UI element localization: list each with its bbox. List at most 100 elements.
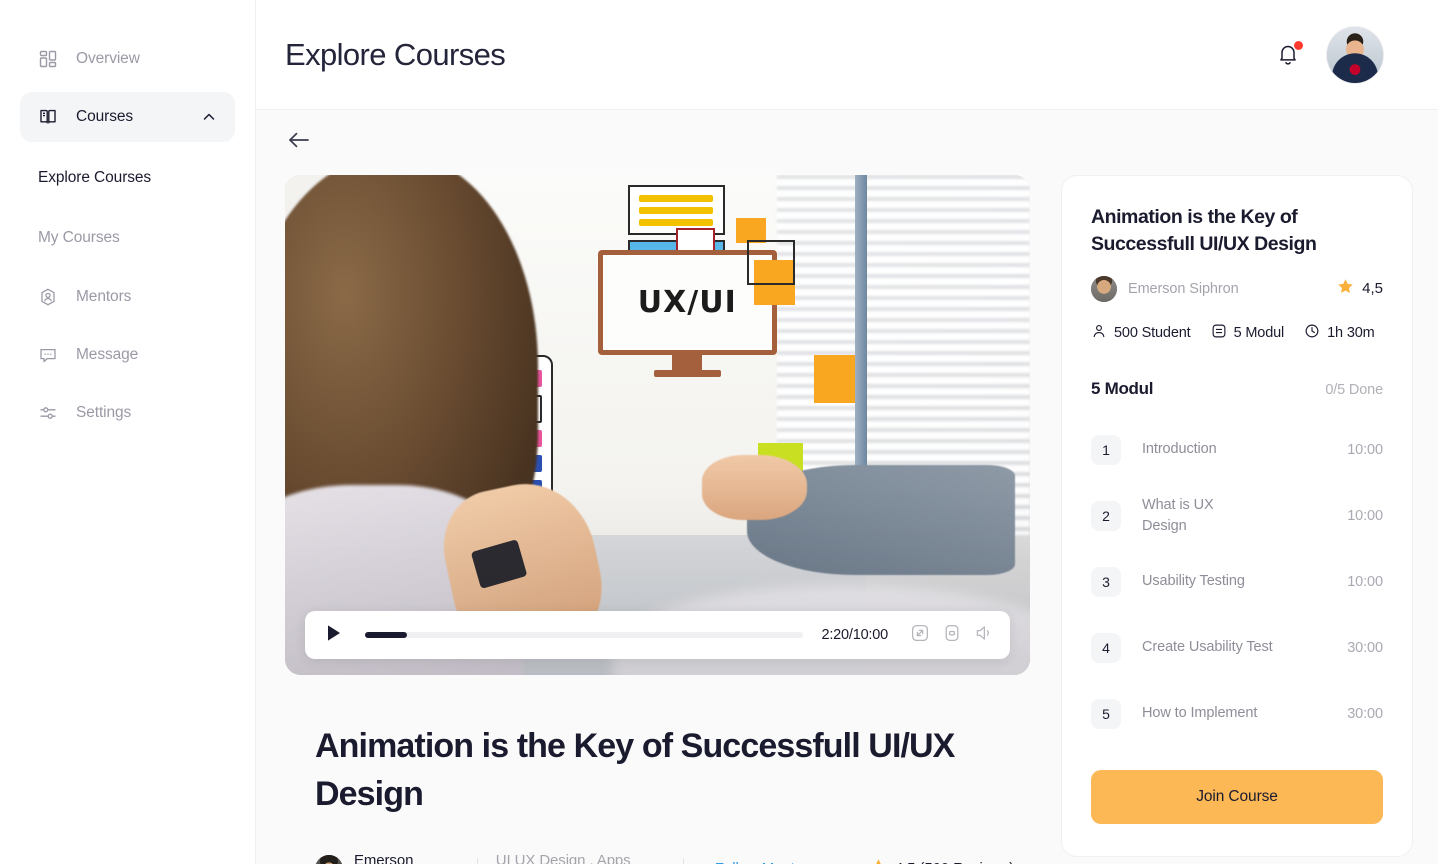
play-icon [326,624,342,647]
module-name: How to Implement [1142,705,1258,722]
arrow-left-icon [287,130,311,155]
sidebar-item-overview[interactable]: Overview [20,34,235,84]
clock-icon [1304,323,1320,343]
modules-count: 5 Modul [1091,378,1154,398]
sidebar-subitem-my-courses[interactable]: My Courses [0,212,255,264]
modules-progress: 0/5 Done [1325,381,1383,398]
course-main-column: UX/UI [285,175,1030,864]
card-rating: 4,5 [1337,278,1383,299]
course-rating: 4,5 (500 Reviews) [870,858,1014,864]
top-header: Explore Courses [256,0,1438,110]
star-icon [1337,278,1354,299]
user-icon [1091,323,1107,343]
sidebar-item-label: Settings [76,404,132,421]
sliders-icon [38,403,58,423]
content-area: UX/UI [256,110,1438,864]
breadcrumb [285,110,1383,175]
card-mentor-avatar-image [1091,275,1117,302]
chevron-up-icon[interactable] [201,109,217,125]
module-number: 5 [1091,698,1121,729]
picture-in-picture-icon [942,623,962,648]
course-heading-block: Animation is the Key of Successfull UI/U… [285,675,1030,864]
course-detail-card: Animation is the Key of Successfull UI/U… [1061,175,1413,857]
modules-icon [1211,323,1227,343]
fullscreen-button[interactable] [910,623,930,648]
module-duration: 10:00 [1347,507,1383,524]
stat-modules: 5 Modul [1211,323,1285,343]
module-duration: 30:00 [1347,639,1383,656]
sidebar-item-message[interactable]: Message [20,330,235,380]
module-row[interactable]: 5 How to Implement 30:00 [1091,681,1383,747]
video-thumbnail: UX/UI [285,175,1030,675]
sidebar-item-label: Overview [76,50,140,67]
picture-in-picture-button[interactable] [942,623,962,648]
course-rating-text: 4,5 (500 Reviews) [895,860,1014,864]
user-badge-icon [38,287,58,307]
module-duration: 10:00 [1347,573,1383,590]
course-meta-row: Emerson Siphron UI UX Design . Apps Desi… [315,852,1014,864]
fullscreen-icon [910,623,930,648]
course-title: Animation is the Key of Successfull UI/U… [315,727,955,814]
modules-list: 1 Introduction 10:00 2 What is UX Design… [1091,417,1383,747]
mentor-avatar [315,854,343,864]
stat-students: 500 Student [1091,323,1191,343]
modules-header: 5 Modul 0/5 Done [1091,379,1383,399]
sidebar: Overview Courses Explore Courses My Cour… [0,0,256,864]
follow-mentor-link[interactable]: + Follow Mentor [702,860,808,864]
back-button[interactable] [285,129,313,157]
book-icon [38,107,58,127]
notifications-button[interactable] [1276,40,1303,68]
notification-dot [1294,40,1303,50]
content-columns: UX/UI [285,175,1413,864]
module-row[interactable]: 1 Introduction 10:00 [1091,417,1383,483]
star-icon [870,858,887,864]
bell-icon [1276,45,1300,72]
mentor-avatar-image [315,854,343,864]
mentor-name: Emerson Siphron [354,851,414,864]
main-area: Explore Courses 2:20/10:00 Animation is … [256,0,1438,864]
module-number: 4 [1091,632,1121,663]
module-duration: 10:00 [1347,441,1383,458]
module-name: Create Usability Test [1142,639,1273,656]
play-button[interactable] [325,624,343,647]
divider [476,857,478,864]
video-player[interactable]: UX/UI [285,175,1030,675]
sidebar-subitem-label: Explore Courses [38,169,152,186]
sidebar-item-settings[interactable]: Settings [20,388,235,438]
join-course-button[interactable]: Join Course [1091,769,1383,824]
stat-label: 500 Student [1114,324,1191,341]
player-extra-controls [910,623,994,648]
card-mentor-name: Emerson Siphron [1128,280,1239,297]
card-stats-row: 500 Student 5 Modul 1h 30m [1091,323,1383,343]
timecode: 2:20/10:00 [821,627,888,643]
stat-label: 5 Modul [1233,324,1285,341]
module-row[interactable]: 2 What is UX Design 10:00 [1091,483,1383,549]
module-name: What is UX Design [1142,496,1214,534]
card-title: Animation is the Key of Successfull UI/U… [1091,206,1317,255]
module-name: Usability Testing [1142,573,1245,590]
divider [683,857,685,864]
sidebar-item-label: Courses [76,108,134,125]
sidebar-item-mentors[interactable]: Mentors [20,272,235,322]
volume-icon [974,623,994,648]
card-mentor-avatar [1091,275,1117,302]
module-row[interactable]: 4 Create Usability Test 30:00 [1091,615,1383,681]
module-number: 2 [1091,500,1121,531]
user-avatar [1327,26,1383,83]
module-name: Introduction [1142,441,1217,458]
page-title: Explore Courses [285,36,506,72]
module-row[interactable]: 3 Usability Testing 10:00 [1091,549,1383,615]
volume-button[interactable] [974,625,994,645]
course-side-column: Animation is the Key of Successfull UI/U… [1061,175,1413,857]
progress-slider[interactable] [365,632,804,638]
card-rating-value: 4,5 [1362,280,1383,298]
sidebar-subitem-explore-courses[interactable]: Explore Courses [0,152,255,204]
course-tags: UI UX Design . Apps Design [495,851,631,864]
module-number: 1 [1091,434,1121,465]
video-controls-bar: 2:20/10:00 [305,611,1010,659]
sidebar-item-courses[interactable]: Courses [20,92,235,142]
card-author-row: Emerson Siphron 4,5 [1091,275,1383,302]
chat-icon [38,345,58,365]
module-duration: 30:00 [1347,705,1383,722]
avatar[interactable] [1327,26,1383,83]
